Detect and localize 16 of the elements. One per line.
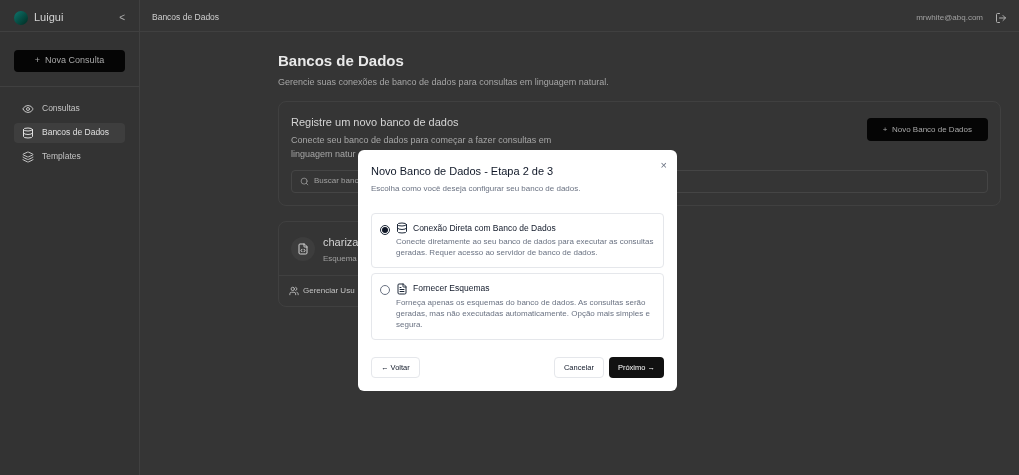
card-description: Conecte seu banco de dados para começar a fazer consultas em (291, 133, 552, 146)
database-name: chariza (323, 234, 359, 250)
dialog-title: Novo Banco de Dados - Etapa 2 de 3 (371, 164, 554, 179)
option-title: Conexão Direta com Banco de Dados (413, 221, 556, 235)
breadcrumb: Bancos de Dados (152, 11, 220, 24)
brand-name: Luigui (34, 10, 64, 26)
dialog-description: Escolha como você deseja configurar seu banco de dados. (371, 182, 582, 195)
option-title: Fornecer Esquemas (413, 282, 490, 295)
user-email: mrwhite@abq.com (916, 11, 983, 24)
database-type: Esquema (323, 253, 358, 265)
card-description: linguagem natur (291, 147, 356, 160)
card-title: Registre um novo banco de dados (291, 115, 460, 130)
page-subtitle: Gerencie suas conexões de banco de dados para consultas em linguagem natural. (278, 75, 609, 89)
option-description: Conecte diretamente ao seu banco de dados para executar as consultas geradas. Requer acesso ao servidor de banco de dados. (396, 236, 655, 259)
page-title: Bancos de Dados (278, 51, 405, 71)
option-description: Forneça apenas os esquemas do banco de dados. As consultas serão geradas, mas não executadas automaticamente. Opção mais simples e segura. (396, 297, 651, 330)
